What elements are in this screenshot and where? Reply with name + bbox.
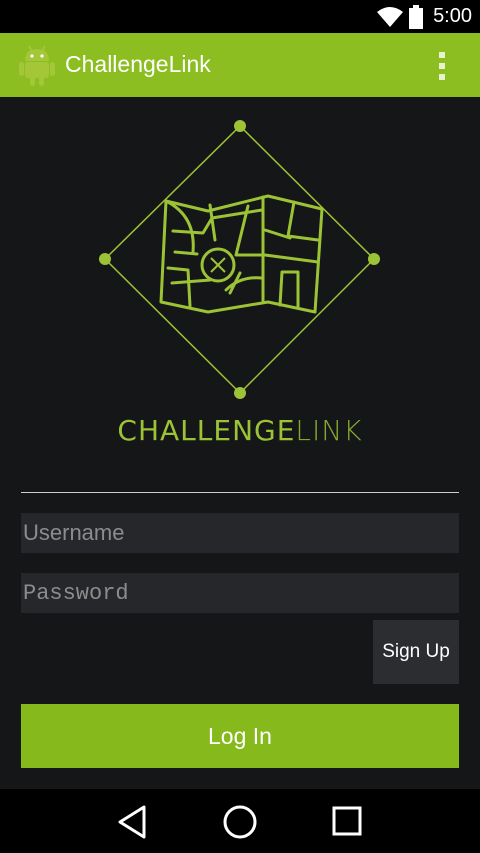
divider [21,492,459,493]
wifi-icon [377,7,403,27]
action-bar: ChallengeLink [0,33,480,97]
status-bar: 5:00 [0,0,480,33]
overflow-menu-icon[interactable] [434,49,450,83]
status-time: 5:00 [433,5,472,27]
back-icon[interactable] [116,805,148,839]
navigation-bar [0,789,480,853]
password-input[interactable] [21,573,459,613]
challengelink-logo-icon [99,120,380,399]
brand-part2: LINK [295,414,363,447]
log-in-button[interactable]: Log In [21,704,459,768]
app-title: ChallengeLink [65,51,211,77]
android-icon [19,45,55,86]
home-icon[interactable] [222,805,258,841]
battery-icon [409,5,423,29]
username-input[interactable] [21,513,459,553]
brand-part1: CHALLENGE [117,414,296,447]
sign-up-button[interactable]: Sign Up [373,620,459,684]
recents-icon[interactable] [332,805,362,837]
brand-wordmark: CHALLENGELINK [0,414,480,447]
